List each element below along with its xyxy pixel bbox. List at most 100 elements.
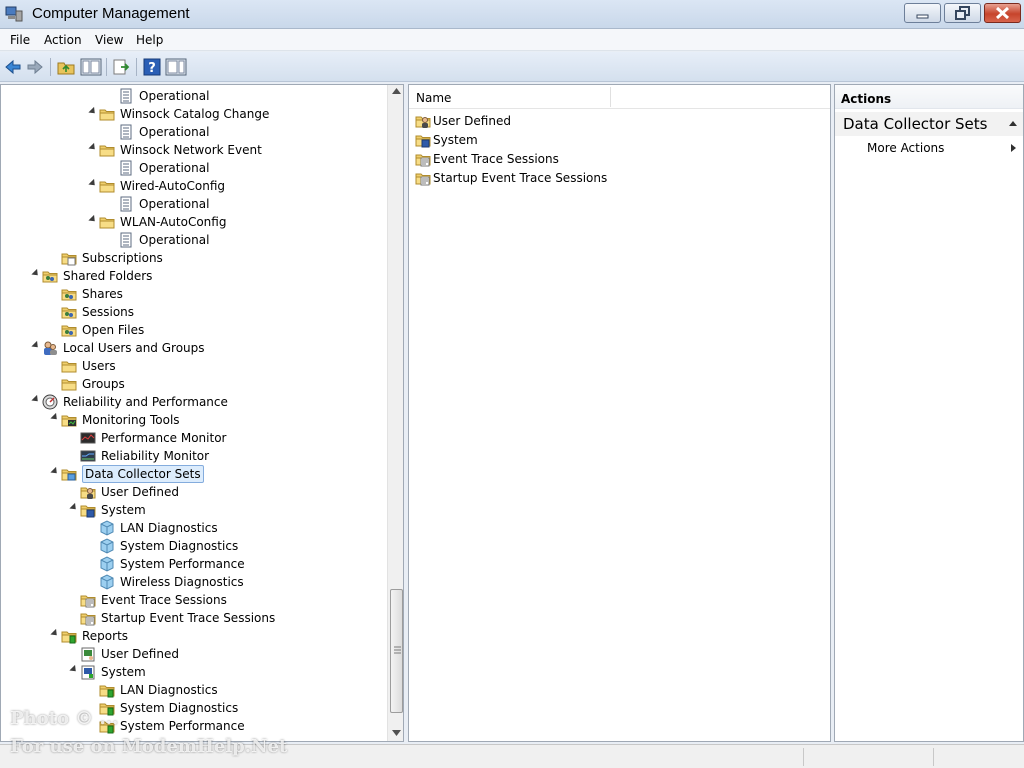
tree-node[interactable]: User Defined — [1, 483, 385, 501]
rel-monitor-icon — [80, 448, 96, 464]
expand-toggle-icon[interactable] — [88, 178, 98, 189]
tree-node[interactable]: System — [1, 663, 385, 681]
tree-node-label: System Performance — [120, 557, 245, 571]
toolbar: ? — [0, 52, 1024, 82]
status-divider — [933, 748, 934, 766]
help-icon[interactable]: ? — [143, 58, 161, 76]
export-list-icon[interactable] — [112, 58, 130, 76]
shared-folder-icon — [61, 304, 77, 320]
perf-monitor-icon — [80, 430, 96, 446]
list-item[interactable]: System — [415, 131, 815, 150]
column-header-name[interactable]: Name — [416, 91, 451, 105]
scroll-up-arrow-icon[interactable] — [392, 88, 401, 94]
tree-node[interactable]: Data Collector Sets — [1, 465, 385, 483]
expand-toggle-icon[interactable] — [88, 106, 98, 117]
tree-node[interactable]: System Performance — [1, 555, 385, 573]
folder-icon — [99, 142, 115, 158]
up-folder-icon[interactable] — [57, 58, 75, 76]
expand-toggle-icon[interactable] — [88, 142, 98, 153]
tree-node[interactable]: Users — [1, 357, 385, 375]
tree-scrollbar-thumb[interactable] — [390, 589, 403, 713]
minimize-button[interactable] — [904, 3, 941, 23]
tree-node[interactable]: System Diagnostics — [1, 537, 385, 555]
watermark-line-2: For use on ModemHelp.Net — [10, 736, 288, 757]
show-hide-tree-icon[interactable] — [80, 58, 102, 76]
tree-node[interactable]: Wired-AutoConfig — [1, 177, 385, 195]
list-item[interactable]: Startup Event Trace Sessions — [415, 169, 815, 188]
tree-node[interactable]: Winsock Catalog Change — [1, 105, 385, 123]
tree-node[interactable]: Event Trace Sessions — [1, 591, 385, 609]
expand-toggle-icon[interactable] — [50, 412, 60, 423]
scroll-grip-icon — [394, 646, 401, 654]
tree-node[interactable]: Startup Event Trace Sessions — [1, 609, 385, 627]
tree-node-label: LAN Diagnostics — [120, 521, 218, 535]
expand-toggle-icon[interactable] — [31, 268, 41, 279]
column-divider[interactable] — [610, 87, 611, 107]
tree-node[interactable]: Reliability Monitor — [1, 447, 385, 465]
computer-management-window: Computer Management File Action View Hel… — [0, 0, 1024, 768]
scroll-down-arrow-icon[interactable] — [392, 730, 401, 736]
tree-node[interactable]: Local Users and Groups — [1, 339, 385, 357]
menu-view[interactable]: View — [95, 33, 123, 47]
tree-node[interactable]: Shares — [1, 285, 385, 303]
tree-node[interactable]: Performance Monitor — [1, 429, 385, 447]
tree-node-label: Shares — [82, 287, 123, 301]
tree-node-label: Operational — [139, 89, 210, 103]
tree-node[interactable]: WLAN-AutoConfig — [1, 213, 385, 231]
tree-node[interactable]: Operational — [1, 159, 385, 177]
close-button[interactable] — [984, 3, 1021, 23]
system-folder-icon — [80, 502, 96, 518]
tree-node[interactable]: Open Files — [1, 321, 385, 339]
tree-node[interactable]: Wireless Diagnostics — [1, 573, 385, 591]
tree-node[interactable]: System — [1, 501, 385, 519]
tree-node-label: LAN Diagnostics — [120, 683, 218, 697]
actions-group-header[interactable]: Data Collector Sets — [835, 112, 1023, 136]
list-item[interactable]: User Defined — [415, 112, 815, 131]
tree-node[interactable]: Monitoring Tools — [1, 411, 385, 429]
tree-node-label: Data Collector Sets — [82, 465, 204, 483]
report-system-icon — [80, 664, 96, 680]
expand-toggle-icon[interactable] — [50, 466, 60, 477]
toolbar-separator — [106, 58, 107, 76]
list-item[interactable]: Event Trace Sessions — [415, 150, 815, 169]
back-arrow-icon[interactable] — [4, 58, 22, 76]
cube-icon — [99, 538, 115, 554]
show-hide-action-pane-icon[interactable] — [165, 58, 187, 76]
tree-node[interactable]: Operational — [1, 87, 385, 105]
menu-help[interactable]: Help — [136, 33, 163, 47]
expand-toggle-icon[interactable] — [31, 394, 41, 405]
tree-node[interactable]: Operational — [1, 231, 385, 249]
restore-button[interactable] — [944, 3, 981, 23]
result-pane[interactable]: Name User Defined System Event Trace Sessi… — [408, 84, 831, 742]
tree-node-label: Operational — [139, 197, 210, 211]
expand-toggle-icon[interactable] — [31, 340, 41, 351]
watermark-line-1: Photo © ... — [10, 708, 119, 729]
console-tree[interactable]: Operational Winsock Catalog Change Operati… — [0, 84, 404, 742]
tree-node[interactable]: Reliability and Performance — [1, 393, 385, 411]
menu-file[interactable]: File — [10, 33, 30, 47]
tree-node[interactable]: Shared Folders — [1, 267, 385, 285]
tree-node[interactable]: Groups — [1, 375, 385, 393]
tree-node[interactable]: Operational — [1, 123, 385, 141]
tree-node[interactable]: Reports — [1, 627, 385, 645]
expand-toggle-icon[interactable] — [69, 664, 79, 675]
expand-toggle-icon[interactable] — [88, 214, 98, 225]
tree-node[interactable]: Operational — [1, 195, 385, 213]
tree-node[interactable]: Sessions — [1, 303, 385, 321]
more-actions-item[interactable]: More Actions — [835, 138, 1023, 158]
menu-action[interactable]: Action — [44, 33, 82, 47]
tree-node[interactable]: LAN Diagnostics — [1, 519, 385, 537]
tree-node[interactable]: User Defined — [1, 645, 385, 663]
expand-toggle-icon[interactable] — [50, 628, 60, 639]
tree-node-label: User Defined — [101, 485, 179, 499]
tree-node[interactable]: Winsock Network Event — [1, 141, 385, 159]
title-bar[interactable]: Computer Management — [0, 0, 1024, 29]
forward-arrow-icon[interactable] — [26, 58, 44, 76]
tree-node-label: WLAN-AutoConfig — [120, 215, 227, 229]
tree-node[interactable]: LAN Diagnostics — [1, 681, 385, 699]
tree-node[interactable]: Subscriptions — [1, 249, 385, 267]
tree-scrollbar[interactable] — [387, 85, 403, 741]
collapse-up-icon[interactable] — [1009, 121, 1017, 126]
folder-icon — [61, 358, 77, 374]
expand-toggle-icon[interactable] — [69, 502, 79, 513]
